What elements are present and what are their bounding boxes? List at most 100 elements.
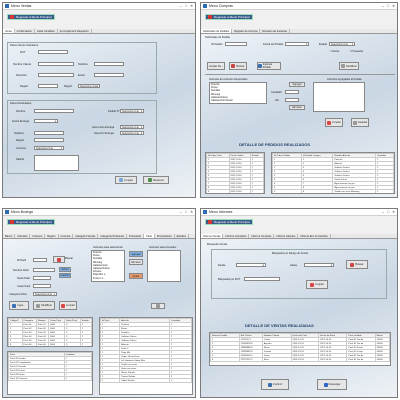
avail-articles-list[interactable]: Peluche Flores Semillas Mimeleg Galletas… [91, 250, 125, 282]
modificar-button[interactable]: Modificar [339, 62, 359, 70]
limpiar-button[interactable]: Limpiar [115, 176, 137, 184]
limpiar-button[interactable]: Limpiar [325, 118, 343, 127]
limpiar-top-button[interactable]: Limpiar Pe... [207, 62, 225, 70]
minimize-icon[interactable]: – [382, 210, 384, 214]
opt-cliente-label[interactable]: ○ Cliente [329, 50, 339, 53]
hora-inicio-select[interactable]: Seleccione Una [120, 125, 144, 129]
quitar-button[interactable]: Quitar [129, 273, 143, 279]
eliminar-button[interactable]: Eliminar [129, 259, 143, 265]
descargar-button[interactable]: Descargar [317, 379, 347, 390]
tab-informe-clientes[interactable]: Informe Clientes [274, 234, 299, 238]
buscar-button[interactable]: Buscar [346, 260, 368, 269]
tab-categoria-productos[interactable]: Categoría Productos [98, 234, 128, 238]
tab-registro-compra[interactable]: Registro de Compra [232, 29, 261, 33]
table-row[interactable]: 6 22222222-2 Elisa 2021-10-15 2021-10-15 Pack… [210, 357, 390, 362]
tab-venta[interactable]: Venta [3, 29, 15, 33]
minimize-icon[interactable]: – [382, 4, 384, 8]
dest-region-input[interactable] [34, 138, 64, 142]
dest-comuna-select[interactable]: Seleccione Una [34, 146, 64, 150]
modificar-button[interactable]: Modificar [33, 301, 55, 310]
pedido-select[interactable]: Seleccione Una [120, 109, 144, 113]
tab-pack[interactable]: Pack [144, 234, 155, 238]
save-button[interactable] [151, 303, 165, 309]
tab-solicitudes[interactable]: Solicitudes de Pedidos [201, 29, 233, 33]
back-to-main-button[interactable]: Regresar a Menú Principal [205, 14, 253, 20]
estado-select[interactable]: Seleccione Una [329, 42, 355, 46]
hora-fin-select[interactable]: Seleccione Una [120, 131, 144, 135]
ingresar-pedido-button[interactable]: Ingresar Pedido [257, 62, 281, 70]
list-item[interactable]: Fruta C.1... [92, 277, 124, 280]
telefono-input[interactable] [94, 62, 124, 66]
tab-revision-facturas[interactable]: Revisión de Facturas [260, 29, 290, 33]
tab-informe-compras[interactable]: Informe Compras [249, 234, 275, 238]
close-icon[interactable]: ✕ [190, 4, 193, 8]
region-select[interactable]: Seleccione Una [78, 84, 100, 88]
tab-estados[interactable]: Estados [175, 234, 189, 238]
tab-listar-vendidos[interactable]: Listar Vendidos [35, 29, 58, 33]
pack-articles-table[interactable]: Id Pack Artículo Cantidad 1 Peluche 1 1 Flores… [99, 317, 193, 395]
tab-despacho[interactable]: Act.Implement Despacho [58, 29, 92, 33]
table-row[interactable]: 510Spaghetti Amoureane1 [273, 194, 394, 195]
minimize-icon[interactable]: – [180, 210, 182, 214]
hasta-select[interactable] [304, 263, 334, 267]
tab-confirmacion[interactable]: Confirmación [15, 29, 35, 33]
rut-search-input[interactable] [244, 277, 280, 281]
inactivo-button[interactable]: Inactivo [59, 273, 71, 278]
eliminar-button[interactable]: Eliminar [289, 105, 305, 110]
categoria-pack-select[interactable]: Seleccione Una [33, 292, 57, 296]
table-row[interactable]: 102021-10-161 [207, 194, 264, 195]
back-to-main-button[interactable]: Regresar a Menú Principal [7, 219, 55, 225]
dest-nombre-input[interactable] [34, 109, 74, 113]
fecha-pedido-select[interactable] [285, 42, 309, 46]
rut-input[interactable] [38, 50, 68, 54]
maximize-icon[interactable]: □ [185, 210, 187, 214]
tab-region[interactable]: Región [45, 234, 59, 238]
added-articles-list[interactable] [313, 82, 365, 112]
nombre-pack-input[interactable] [33, 268, 55, 272]
fecha-entrega-select[interactable] [34, 119, 58, 123]
imprimir-button[interactable]: Imprimir [261, 379, 289, 390]
selected-articles-list[interactable] [147, 250, 181, 282]
table-row[interactable]: Pack 10 Premium 1 [8, 376, 92, 381]
tab-banco[interactable]: Banco [3, 234, 16, 238]
tab-proveedor[interactable]: Proveedor [127, 234, 145, 238]
val-input[interactable] [285, 98, 299, 102]
articles-list[interactable]: Peluche Flores Semillas Mimeleg Galletas… [209, 82, 267, 104]
saludo-textarea[interactable] [34, 155, 79, 171]
guardar-button[interactable]: Guardar [351, 118, 369, 127]
back-to-main-button[interactable]: Regresar a Menú Principal [205, 219, 253, 225]
direccion-input[interactable] [38, 73, 74, 77]
agregar-button[interactable]: Agregar [289, 82, 305, 87]
back-to-main-button[interactable]: Regresar a Menú Principal [7, 14, 55, 20]
nombre-cliente-input[interactable] [38, 62, 74, 66]
id-pedido-input[interactable] [225, 42, 247, 46]
activo-button[interactable]: Activo [59, 267, 71, 272]
opt-proveedor-label[interactable]: ○ Proveedor [349, 50, 363, 53]
order-details-table[interactable]: Id Orden Pedido Id Detalle Compra Nombre A… [271, 152, 395, 194]
desde-select[interactable] [236, 263, 266, 267]
maximize-icon[interactable]: □ [387, 210, 389, 214]
close-icon[interactable]: ✕ [392, 210, 395, 214]
id-pack-input[interactable] [33, 258, 47, 262]
maximize-icon[interactable]: □ [185, 4, 187, 8]
ingresar-button[interactable]: Ingre... [9, 301, 29, 310]
close-icon[interactable]: ✕ [190, 210, 193, 214]
minimize-icon[interactable]: – [180, 4, 182, 8]
table-row[interactable]: 7Pack 07Pack 07400051 [9, 347, 92, 348]
dest-telefono-input[interactable] [34, 131, 64, 135]
tab-insumos[interactable]: Insumos [30, 234, 46, 238]
costo-pack-input[interactable] [33, 284, 51, 288]
buscar-button[interactable]: Buscar [229, 62, 247, 70]
packs-table[interactable]: Código P Categoría Nombre Costo Pack Sto… [7, 317, 93, 347]
tab-informe-inventario[interactable]: Informe Inventario [223, 234, 250, 238]
table-row[interactable]: 1 Globo Saludo 1 [100, 378, 192, 383]
reservar-button[interactable]: Reservar [143, 176, 169, 184]
stock-pack-input[interactable] [33, 276, 51, 280]
maximize-icon[interactable]: □ [387, 4, 389, 8]
email-input[interactable] [94, 73, 124, 77]
limpiar-button[interactable]: Limpiar [59, 301, 77, 310]
tab-articulos[interactable]: Artículos [15, 234, 31, 238]
tab-comuna[interactable]: Comuna [59, 234, 74, 238]
tab-informe-ventas[interactable]: Informe Ventas [201, 234, 224, 238]
sales-table[interactable]: Número Pedido Rut Cliente Nombre Cliente… [209, 332, 391, 366]
